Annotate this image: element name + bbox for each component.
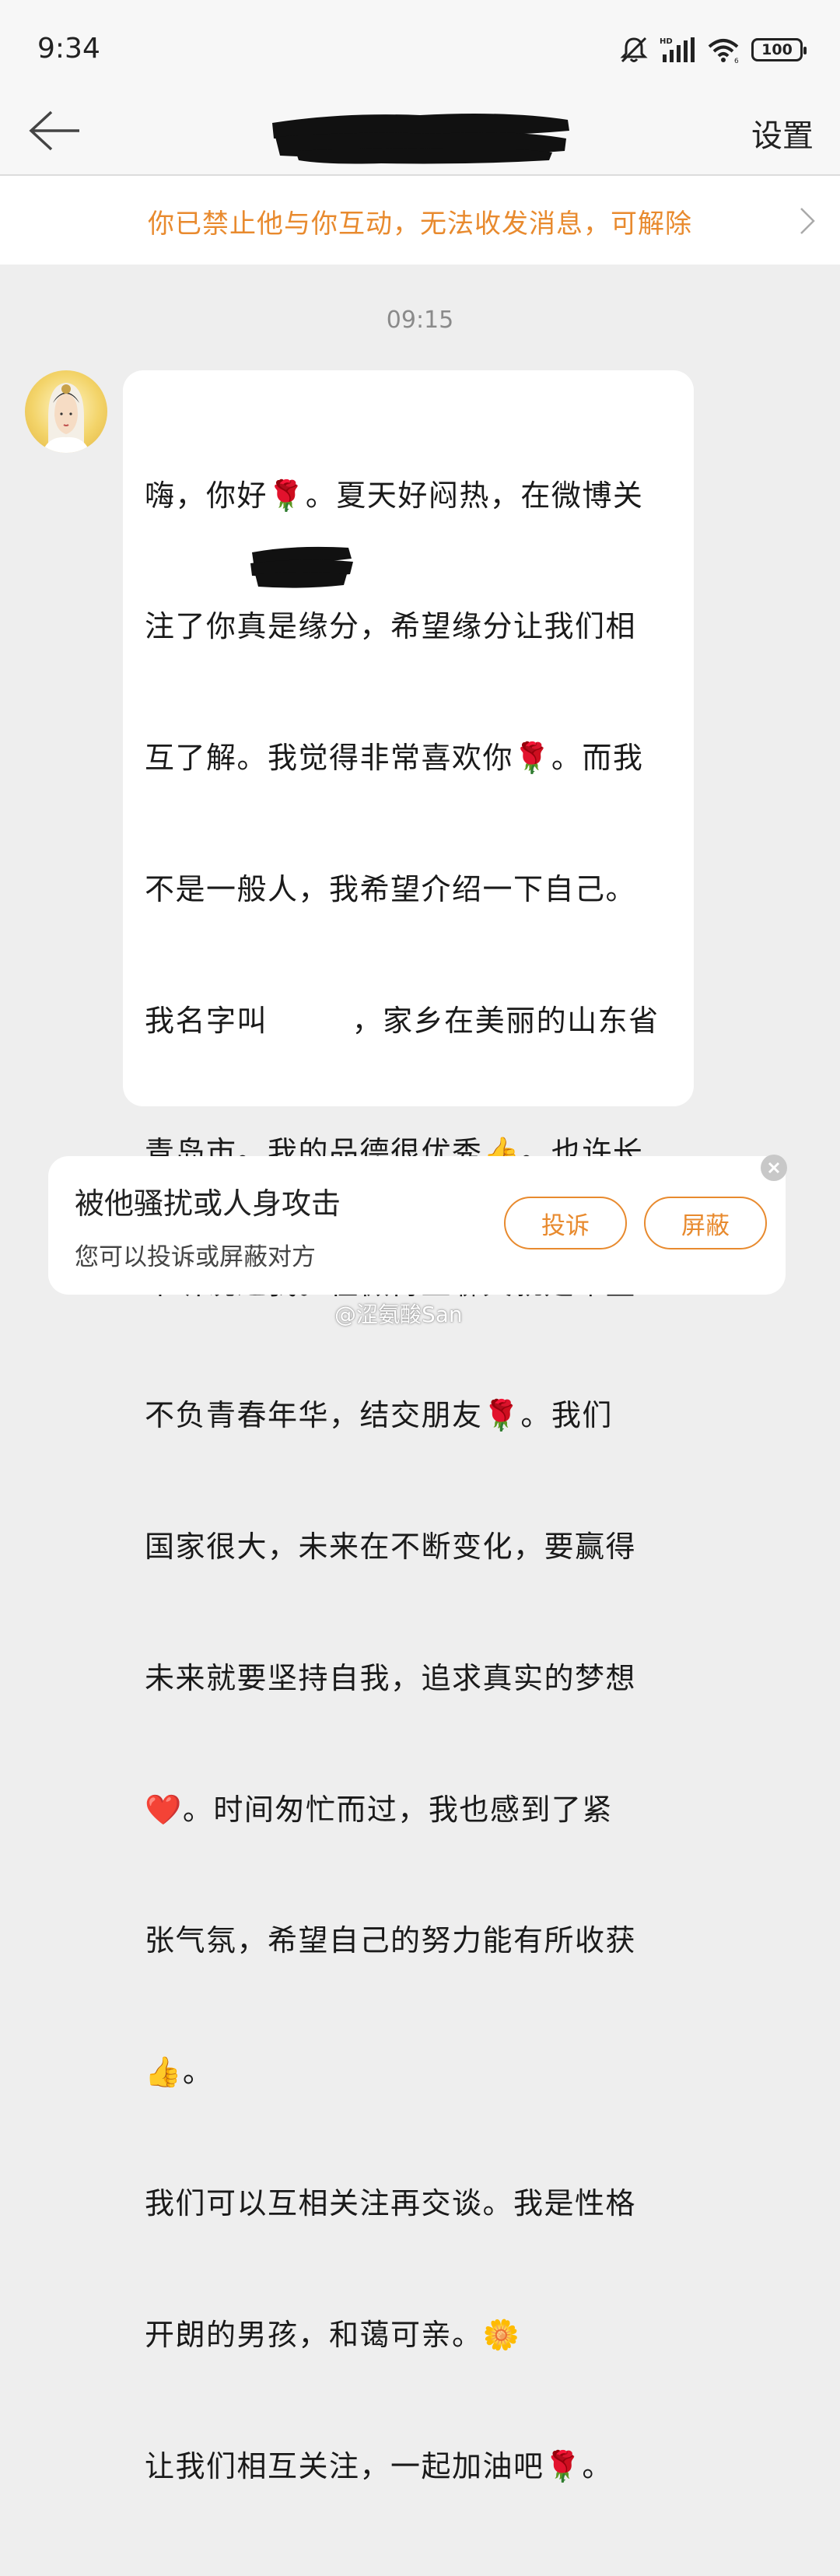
wifi-icon: 6 xyxy=(708,39,739,64)
status-icons: HD 6 100 xyxy=(619,34,807,65)
message-line: 我名字叫 ，家乡在美丽的山东省 xyxy=(145,1004,660,1039)
message-line: 开朗的男孩，和蔼可亲。🌼 xyxy=(145,2318,521,2353)
message-line: 我们可以互相关注再交谈。我是性格 xyxy=(145,2186,637,2221)
message-line: 👍。 xyxy=(145,2055,214,2090)
chevron-right-icon xyxy=(800,208,815,234)
svg-text:6: 6 xyxy=(734,58,739,64)
message-line: 未来就要坚持自我，追求真实的梦想 xyxy=(145,1660,637,1695)
name-redaction xyxy=(250,546,353,588)
svg-text:HD: HD xyxy=(660,37,673,46)
report-card-subtitle: 您可以投诉或屏蔽对方 xyxy=(75,1243,316,1271)
report-card-title: 被他骚扰或人身攻击 xyxy=(75,1186,341,1221)
back-arrow-icon[interactable] xyxy=(28,107,82,154)
message-line: ❤️。时间匆忙而过，我也感到了紧 xyxy=(145,1792,613,1827)
nav-bar: 设置 xyxy=(0,86,840,176)
message-line: 张气氛，希望自己的努力能有所收获 xyxy=(145,1923,637,1958)
battery-icon: 100 xyxy=(751,38,807,61)
message-line: 让我们相互关注，一起加油吧🌹。 xyxy=(145,2448,613,2483)
avatar[interactable] xyxy=(25,370,107,453)
title-redaction xyxy=(272,114,569,164)
avatar-image xyxy=(42,383,90,453)
settings-button[interactable]: 设置 xyxy=(751,110,814,156)
message-text: 嗨，你好🌹。夏天好闷热，在微博关 注了你真是缘分，希望缘分让我们相 互了解。我觉… xyxy=(145,386,681,2576)
bell-muted-icon xyxy=(620,37,648,63)
watermark: @涩氨酸San xyxy=(334,1302,463,1327)
status-time: 9:34 xyxy=(37,33,100,65)
status-bar: 9:34 HD 6 100 xyxy=(0,0,840,86)
report-button[interactable]: 投诉 xyxy=(504,1197,627,1249)
message-bubble[interactable]: 嗨，你好🌹。夏天好闷热，在微博关 注了你真是缘分，希望缘分让我们相 互了解。我觉… xyxy=(123,370,694,2483)
message-line: 嗨，你好🌹。夏天好闷热，在微博关 xyxy=(145,478,644,513)
report-card: 被他骚扰或人身攻击 您可以投诉或屏蔽对方 投诉 屏蔽 xyxy=(48,1155,787,1295)
block-button[interactable]: 屏蔽 xyxy=(644,1197,767,1249)
message-line: 不是一般人，我希望介绍一下自己。 xyxy=(145,872,637,907)
message-line: 注了你真是缘分，希望缘分让我们相 xyxy=(145,609,637,644)
message-line: 不负青春年华，结交朋友🌹。我们 xyxy=(145,1397,613,1432)
close-icon[interactable] xyxy=(761,1155,787,1181)
message-line: 互了解。我觉得非常喜欢你🌹。而我 xyxy=(145,741,644,776)
signal-hd-icon: HD xyxy=(660,37,695,62)
blocked-banner-text: 你已禁止他与你互动，无法收发消息，可解除 xyxy=(148,209,692,240)
message-line: 国家很大，未来在不断变化，要赢得 xyxy=(145,1529,637,1564)
blocked-banner[interactable]: 你已禁止他与你互动，无法收发消息，可解除 xyxy=(0,176,840,265)
chat-timestamp: 09:15 xyxy=(386,307,454,334)
